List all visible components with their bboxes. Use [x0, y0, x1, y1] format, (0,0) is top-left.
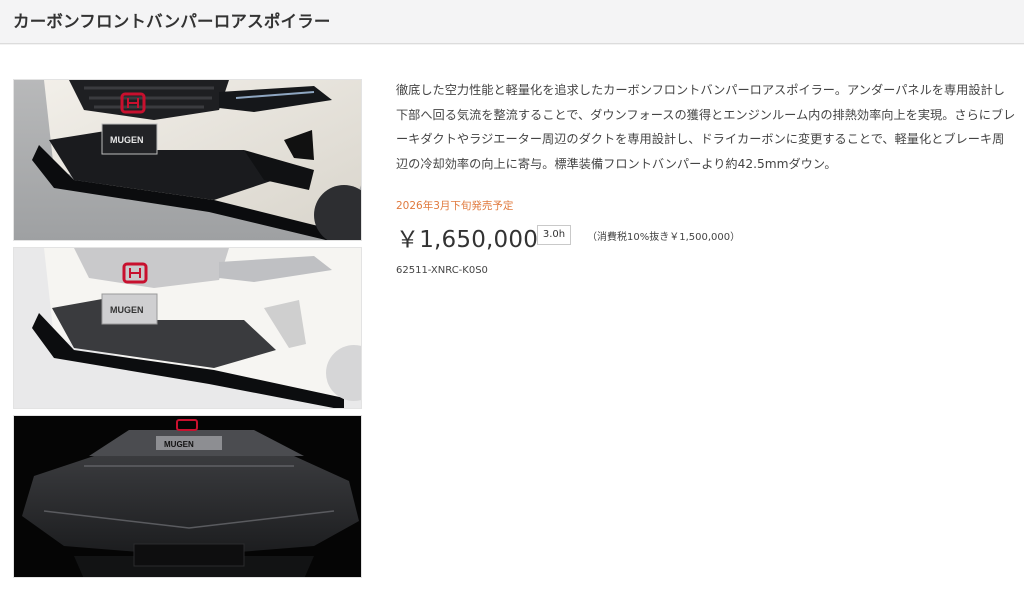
- product-photo-underside[interactable]: MUGEN: [13, 415, 362, 578]
- part-number: 62511-XNRC-K0S0: [396, 265, 488, 276]
- tax-excluded-note: （消費税10%抜き￥1,500,000）: [587, 232, 741, 243]
- product-photo-front-closeup[interactable]: MUGEN: [13, 79, 362, 241]
- page-title: カーボンフロントバンパーロアスポイラー: [13, 12, 331, 31]
- plate-logo-text: MUGEN: [110, 135, 144, 145]
- product-price: ￥1,650,000: [396, 227, 539, 253]
- work-hours-badge: 3.0h: [537, 225, 571, 245]
- product-photo-spoiler-highlight[interactable]: MUGEN: [13, 247, 362, 409]
- plate-logo-text: MUGEN: [110, 305, 144, 315]
- product-card: MUGEN MUGEN MUGEN 徹底した空力性能と軽量化を追求したカーボンフ…: [0, 45, 1024, 598]
- release-date: 2026年3月下旬発売予定: [396, 200, 514, 212]
- page-header: カーボンフロントバンパーロアスポイラー: [0, 0, 1024, 44]
- plate-logo-text: MUGEN: [164, 440, 194, 449]
- product-description: 徹底した空力性能と軽量化を追求したカーボンフロントバンパーロアスポイラー。アンダ…: [396, 83, 1016, 171]
